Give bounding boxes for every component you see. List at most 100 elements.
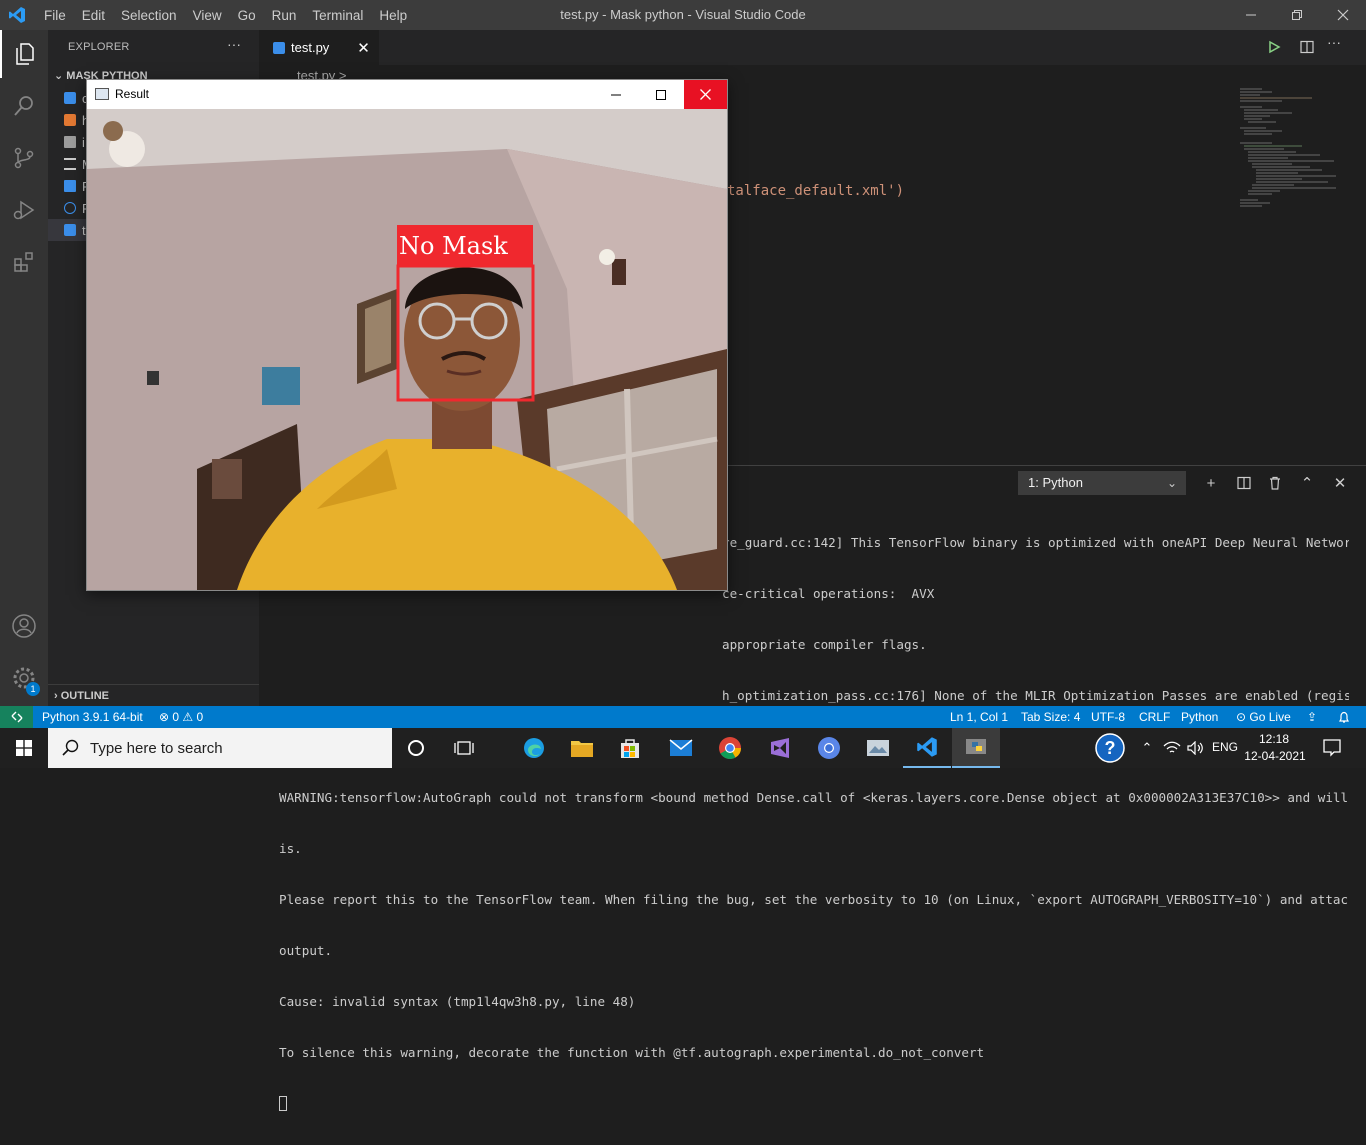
maximize-panel-chevron-up-icon[interactable]: ⌃ (1296, 472, 1318, 494)
terminal-line: To silence this warning, decorate the fu… (279, 1045, 985, 1060)
file-explorer-icon[interactable] (558, 728, 606, 768)
info-file-icon (64, 202, 76, 214)
menu-help[interactable]: Help (371, 8, 415, 23)
result-close-button[interactable] (684, 80, 727, 109)
photos-viewer-icon[interactable] (854, 728, 902, 768)
menu-go[interactable]: Go (230, 8, 264, 23)
source-control-icon[interactable] (0, 134, 48, 182)
chrome-icon[interactable] (706, 728, 754, 768)
problems-counter[interactable]: ⊗ 0 ⚠ 0 (159, 706, 203, 728)
binary-file-icon (64, 136, 76, 148)
more-actions-icon[interactable]: ··· (227, 36, 241, 52)
end-of-line[interactable]: CRLF (1139, 706, 1170, 728)
cursor-position[interactable]: Ln 1, Col 1 (950, 706, 1008, 728)
edge-browser-icon[interactable] (510, 728, 558, 768)
terminal-line: Cause: invalid syntax (tmp1l4qw3h8.py, l… (279, 994, 636, 1009)
close-button[interactable] (1320, 0, 1366, 30)
search-icon[interactable] (0, 82, 48, 130)
notifications-bell-icon[interactable] (1338, 706, 1350, 728)
python-file-icon (64, 224, 76, 236)
remote-icon[interactable] (0, 706, 33, 728)
explorer-icon[interactable] (0, 30, 48, 78)
mail-icon[interactable] (657, 728, 705, 768)
svg-text:?: ? (1105, 738, 1116, 758)
more-editor-actions-icon[interactable]: ··· (1327, 34, 1341, 50)
result-minimize-button[interactable] (593, 80, 639, 109)
clock-date[interactable]: 12-04-2021 (1244, 749, 1306, 763)
python-interpreter[interactable]: Python 3.9.1 64-bit (42, 706, 143, 728)
language-mode[interactable]: Python (1181, 706, 1218, 728)
terminal-line: appropriate compiler flags. (722, 637, 927, 652)
volume-speaker-icon[interactable] (1184, 728, 1208, 768)
menu-selection[interactable]: Selection (113, 8, 185, 23)
extensions-icon[interactable] (0, 238, 48, 286)
result-window-title: Result (115, 87, 150, 101)
update-badge: 1 (26, 682, 40, 696)
menu-view[interactable]: View (185, 8, 230, 23)
chromium-icon[interactable] (805, 728, 853, 768)
python-file-icon (273, 41, 285, 54)
activity-bar: 1 (0, 30, 48, 706)
text-file-icon (64, 158, 76, 170)
run-python-icon[interactable] (1267, 40, 1281, 57)
menu-edit[interactable]: Edit (74, 8, 113, 23)
terminal-line: h_optimization_pass.cc:176] None of the … (722, 688, 1349, 703)
window-app-icon (95, 88, 109, 100)
terminal-output[interactable]: re_guard.cc:142] This TensorFlow binary … (279, 500, 1349, 1145)
network-wifi-icon[interactable] (1160, 728, 1184, 768)
accounts-icon[interactable] (0, 602, 48, 650)
terminal-line: WARNING:tensorflow:AutoGraph could not t… (279, 790, 1349, 805)
code-line-fragment: talface_default.xml') (727, 183, 905, 199)
clock-time[interactable]: 12:18 (1250, 732, 1298, 746)
terminal-select[interactable]: 1: Python ⌄ (1018, 471, 1186, 495)
minimize-button[interactable] (1228, 0, 1274, 30)
chevron-down-icon: ⌄ (1166, 476, 1177, 490)
python-taskbar-icon[interactable] (952, 728, 1000, 768)
feedback-icon[interactable]: ⇪ (1307, 706, 1317, 728)
windows-taskbar: Type here to search ? ⌃ ENG 12:18 12-04-… (0, 728, 1366, 768)
vscode-taskbar-icon[interactable] (903, 728, 951, 768)
search-placeholder: Type here to search (90, 739, 223, 757)
taskbar-search-box[interactable]: Type here to search (48, 728, 392, 768)
task-view-icon[interactable] (440, 728, 488, 768)
cortana-icon[interactable] (392, 728, 440, 768)
minimap[interactable] (1232, 87, 1342, 465)
help-icon[interactable]: ? (1090, 728, 1130, 768)
terminal-line: is. (279, 841, 302, 856)
input-language[interactable]: ENG (1212, 740, 1238, 754)
kill-terminal-trash-icon[interactable] (1264, 472, 1286, 494)
manage-gear-icon[interactable]: 1 (0, 654, 48, 702)
visual-studio-icon[interactable] (756, 728, 804, 768)
split-editor-icon[interactable] (1300, 40, 1314, 57)
run-debug-icon[interactable] (0, 186, 48, 234)
go-live-button[interactable]: ⊙ Go Live (1236, 706, 1291, 728)
show-hidden-icons-chevron-up-icon[interactable]: ⌃ (1136, 728, 1158, 768)
tab-test-py[interactable]: test.py ✕ (259, 30, 379, 65)
document-file-icon (64, 180, 76, 192)
outline-section[interactable]: › OUTLINE (48, 684, 259, 706)
tab-close-icon[interactable]: ✕ (357, 39, 370, 57)
webcam-frame: No Mask (87, 109, 727, 590)
editor-tabs: test.py ✕ ··· (259, 30, 1366, 65)
action-center-icon[interactable] (1310, 728, 1354, 768)
result-window[interactable]: Result No Mask (86, 79, 728, 591)
rss-file-icon (64, 114, 76, 126)
menu-file[interactable]: File (36, 8, 74, 23)
terminal-line: Please report this to the TensorFlow tea… (279, 892, 1349, 907)
restore-button[interactable] (1274, 0, 1320, 30)
close-panel-icon[interactable]: ✕ (1329, 472, 1351, 494)
result-titlebar[interactable]: Result (87, 80, 727, 109)
menu-run[interactable]: Run (264, 8, 305, 23)
terminal-line: output. (279, 943, 333, 958)
tab-size[interactable]: Tab Size: 4 (1021, 706, 1080, 728)
start-windows-icon[interactable] (0, 728, 48, 768)
split-terminal-icon[interactable] (1233, 472, 1255, 494)
result-maximize-button[interactable] (638, 80, 684, 109)
new-terminal-icon[interactable]: + (1200, 472, 1222, 494)
microsoft-store-icon[interactable] (606, 728, 654, 768)
file-encoding[interactable]: UTF-8 (1091, 706, 1125, 728)
menu-terminal[interactable]: Terminal (304, 8, 371, 23)
menu-bar: File Edit Selection View Go Run Terminal… (36, 0, 415, 30)
no-mask-label: No Mask (399, 232, 508, 260)
broadcast-icon: ⊙ (1236, 710, 1247, 724)
